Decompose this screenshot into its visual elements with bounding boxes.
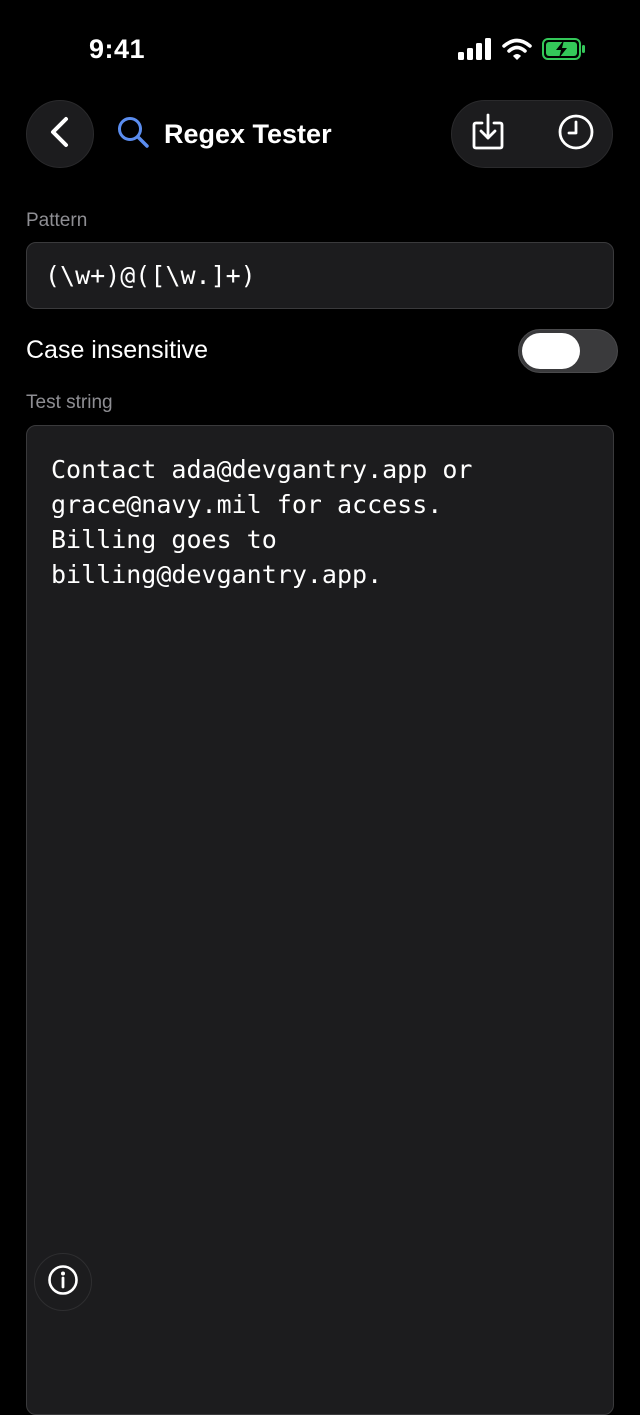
header-actions [451, 100, 613, 168]
header-title-group: Regex Tester [116, 112, 332, 156]
pattern-input[interactable]: (\w+)@([\w.]+) [26, 242, 614, 309]
test-string-input[interactable]: Contact ada@devgantry.app or grace@navy.… [26, 425, 614, 1415]
info-icon [47, 1264, 79, 1301]
search-icon [116, 115, 150, 154]
history-button[interactable] [540, 101, 612, 167]
status-time: 9:41 [88, 34, 146, 64]
info-button[interactable] [34, 1253, 92, 1311]
page-title: Regex Tester [164, 118, 332, 149]
history-clock-icon [557, 113, 595, 156]
status-bar: 9:41 [0, 0, 640, 100]
pattern-value: (\w+)@([\w.]+) [45, 261, 256, 290]
toggle-knob [522, 333, 580, 369]
wifi-icon [502, 38, 532, 65]
test-string-value: Contact ada@devgantry.app or grace@navy.… [51, 455, 473, 589]
test-string-label: Test string [26, 392, 113, 413]
pattern-label: Pattern [26, 210, 88, 231]
cellular-signal-icon [458, 38, 492, 65]
case-insensitive-toggle[interactable] [518, 329, 618, 373]
status-icons [458, 38, 586, 65]
case-insensitive-label: Case insensitive [26, 336, 209, 364]
chevron-left-icon [47, 116, 73, 153]
back-button[interactable] [26, 100, 94, 168]
battery-charging-icon [542, 38, 586, 65]
download-icon [471, 113, 505, 156]
case-insensitive-row: Case insensitive [26, 328, 618, 374]
download-button[interactable] [452, 101, 524, 167]
